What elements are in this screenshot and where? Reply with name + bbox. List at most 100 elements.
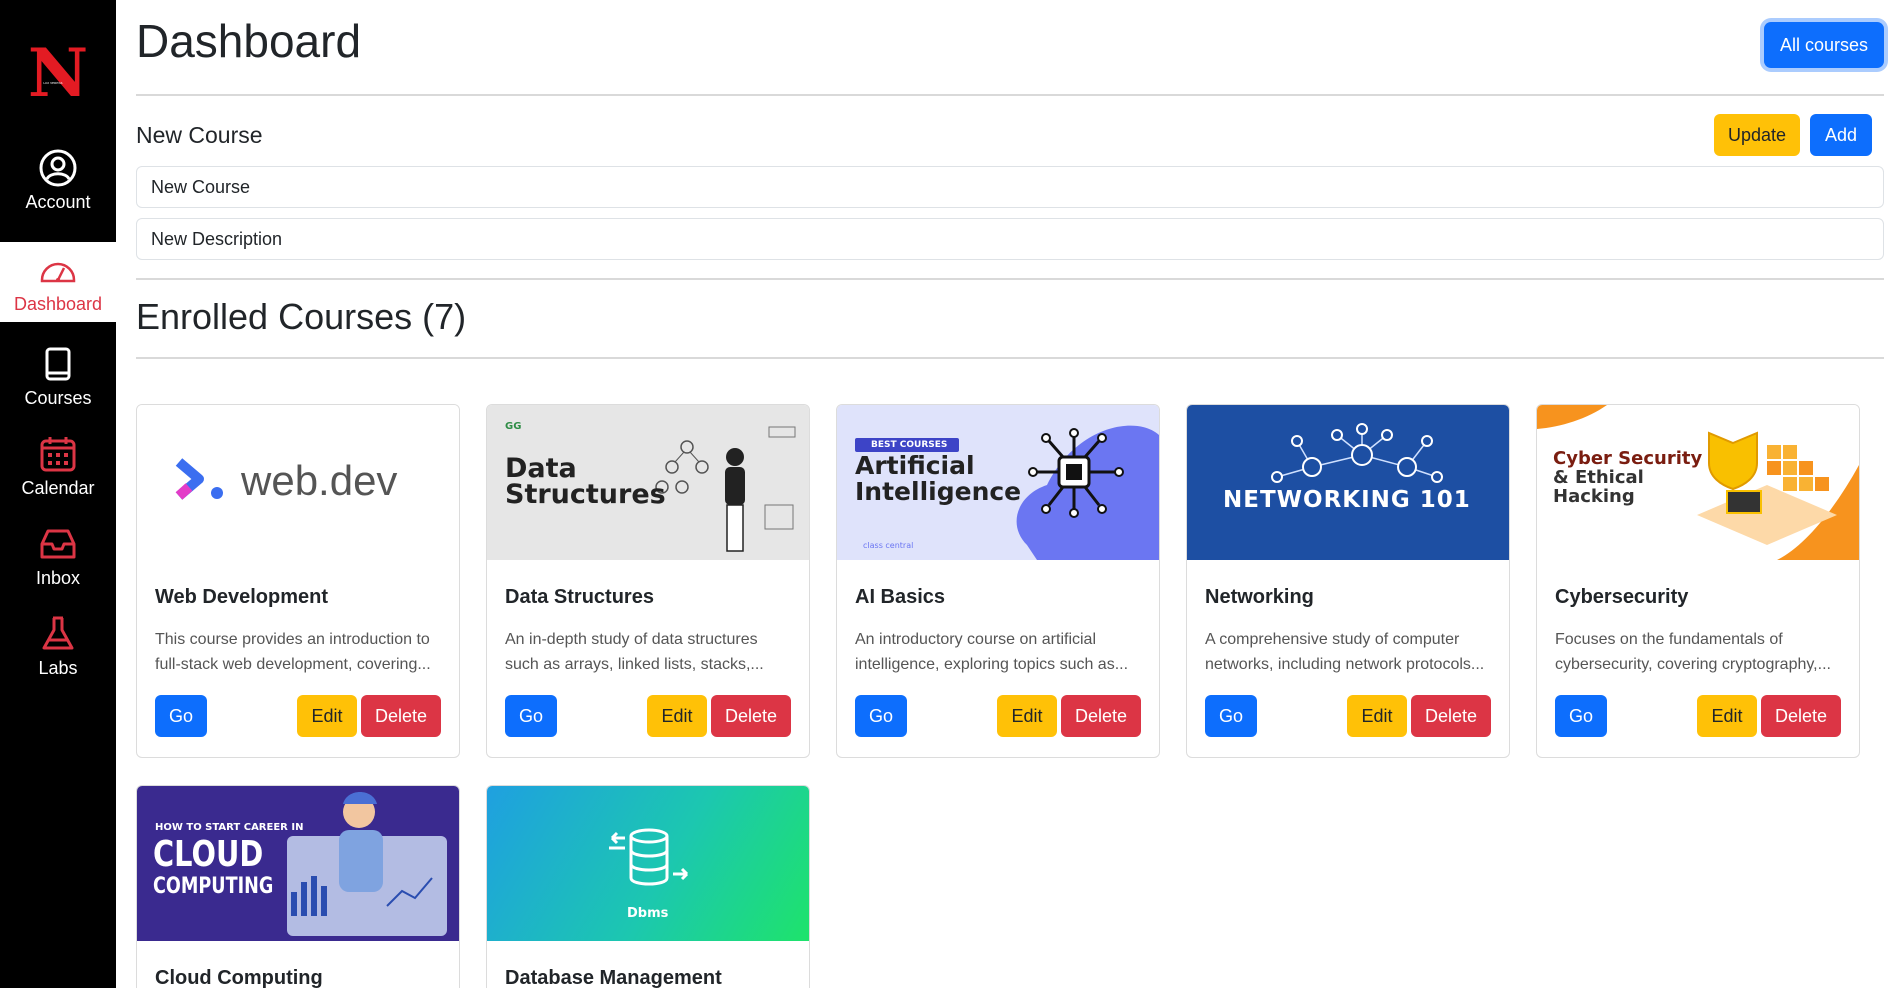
edit-button[interactable]: Edit [647,695,707,737]
network-nodes-icon [1271,423,1443,483]
new-course-title: New Course [136,122,263,148]
course-image-footer: class central [863,541,914,550]
course-title: Database Management [505,967,722,988]
divider [136,278,1884,280]
calendar-icon [40,436,76,471]
sidebar-item-calendar[interactable]: Calendar [0,426,116,506]
inbox-icon [40,529,76,558]
course-description: An introductory course on artificial int… [855,627,1141,677]
sidebar-item-label: Courses [24,387,92,408]
all-courses-button[interactable]: All courses [1764,22,1884,68]
go-button[interactable]: Go [155,695,207,737]
course-image-text: NETWORKING 101 [1223,487,1471,513]
add-button[interactable]: Add [1810,114,1872,156]
go-button[interactable]: Go [505,695,557,737]
course-title: Networking [1205,586,1314,608]
sidebar: N LUX VERITAS Account Dashboard Courses [0,0,116,988]
page-title: Dashboard [136,15,362,67]
account-icon [39,149,77,186]
course-image-text: COMPUTING [153,874,274,899]
course-description: A comprehensive study of computer networ… [1205,627,1491,677]
course-title: Web Development [155,586,328,608]
course-description-line: intelligence, exploring topics such as..… [855,656,1129,673]
book-icon [45,347,71,380]
course-image-text: Dbms [627,906,669,921]
course-image: Cyber Security & Ethical Hacking [1537,405,1859,560]
course-description: An in-depth study of data structures suc… [505,627,791,677]
course-image-badge: BEST COURSES [871,440,948,450]
dashboard-icon [40,262,76,282]
edit-button[interactable]: Edit [997,695,1057,737]
update-button[interactable]: Update [1714,114,1800,156]
course-title: Cybersecurity [1555,586,1689,608]
sidebar-item-labs[interactable]: Labs [0,606,116,686]
go-button[interactable]: Go [1555,695,1607,737]
course-image-text: Data [505,453,577,484]
course-card: Dbms Database Management [486,785,810,988]
sidebar-item-label: Account [25,191,91,212]
course-image: web.dev [137,405,459,560]
course-description-line: Focuses on the fundamentals of [1555,631,1783,648]
course-description-line: An introductory course on artificial [855,631,1096,648]
sidebar-item-inbox[interactable]: Inbox [0,516,116,596]
course-image-text: Cyber Security [1553,448,1703,469]
edit-button[interactable]: Edit [297,695,357,737]
course-image-text: Hacking [1553,486,1635,507]
course-name-input[interactable] [136,166,1884,208]
course-image-text: Intelligence [855,477,1022,506]
divider [136,357,1884,359]
sidebar-item-label: Calendar [21,477,95,498]
course-card: BEST COURSES Artificial Intelligence cla… [836,404,1160,758]
course-title: AI Basics [855,586,946,608]
delete-button[interactable]: Delete [1061,695,1141,737]
course-card: GG Data Structures Data Structures An in… [486,404,810,758]
flask-icon [42,616,74,649]
course-image: BEST COURSES Artificial Intelligence cla… [837,405,1159,560]
course-card: NETWORKING 101 Networking A comprehensiv… [1186,404,1510,758]
svg-text:GG: GG [505,421,521,432]
edit-button[interactable]: Edit [1697,695,1757,737]
course-image-text: web.dev [241,457,398,504]
sidebar-item-account[interactable]: Account [0,140,116,220]
course-description-line: cybersecurity, covering cryptography,... [1555,656,1831,673]
sidebar-item-dashboard[interactable]: Dashboard [0,242,116,322]
course-card: HOW TO START CAREER IN CLOUD COMPUTING C… [136,785,460,988]
course-description-line: such as arrays, linked lists, stacks,... [505,656,764,673]
sidebar-item-label: Labs [38,657,78,678]
main-content: Dashboard All courses New Course Update … [136,0,1884,988]
course-description-line: This course provides an introduction to [155,631,430,648]
course-description: Focuses on the fundamentals of cybersecu… [1555,627,1841,677]
course-image-text: Artificial [855,451,975,480]
course-description-input[interactable] [136,218,1884,260]
edit-button[interactable]: Edit [1347,695,1407,737]
course-image-text: Structures [505,479,666,510]
course-description-line: A comprehensive study of computer [1205,631,1460,648]
course-image: GG Data Structures [487,405,809,560]
course-image: HOW TO START CAREER IN CLOUD COMPUTING [137,786,459,941]
sidebar-item-label: Inbox [35,567,81,588]
delete-button[interactable]: Delete [361,695,441,737]
course-image: NETWORKING 101 [1187,405,1509,560]
course-image-text: CLOUD [153,834,264,875]
enrolled-courses-title: Enrolled Courses (7) [136,296,467,337]
delete-button[interactable]: Delete [711,695,791,737]
course-description-line: An in-depth study of data structures [505,631,758,648]
sidebar-item-courses[interactable]: Courses [0,336,116,416]
divider [136,94,1884,96]
delete-button[interactable]: Delete [1411,695,1491,737]
course-description: This course provides an introduction to … [155,627,441,677]
delete-button[interactable]: Delete [1761,695,1841,737]
svg-text:LUX VERITAS: LUX VERITAS [43,81,62,85]
course-description-line: networks, including network protocols... [1205,656,1485,673]
course-image-text: & Ethical [1553,467,1644,488]
course-image-text: HOW TO START CAREER IN [155,822,304,833]
svg-text:N: N [28,40,88,110]
sidebar-item-label: Dashboard [13,293,103,314]
course-description-line: full-stack web development, covering... [155,656,431,673]
course-title: Data Structures [505,586,654,608]
go-button[interactable]: Go [1205,695,1257,737]
course-card: Cyber Security & Ethical Hacking Cyberse… [1536,404,1860,758]
go-button[interactable]: Go [855,695,907,737]
course-title: Cloud Computing [155,967,323,988]
university-logo: N LUX VERITAS [0,20,116,130]
